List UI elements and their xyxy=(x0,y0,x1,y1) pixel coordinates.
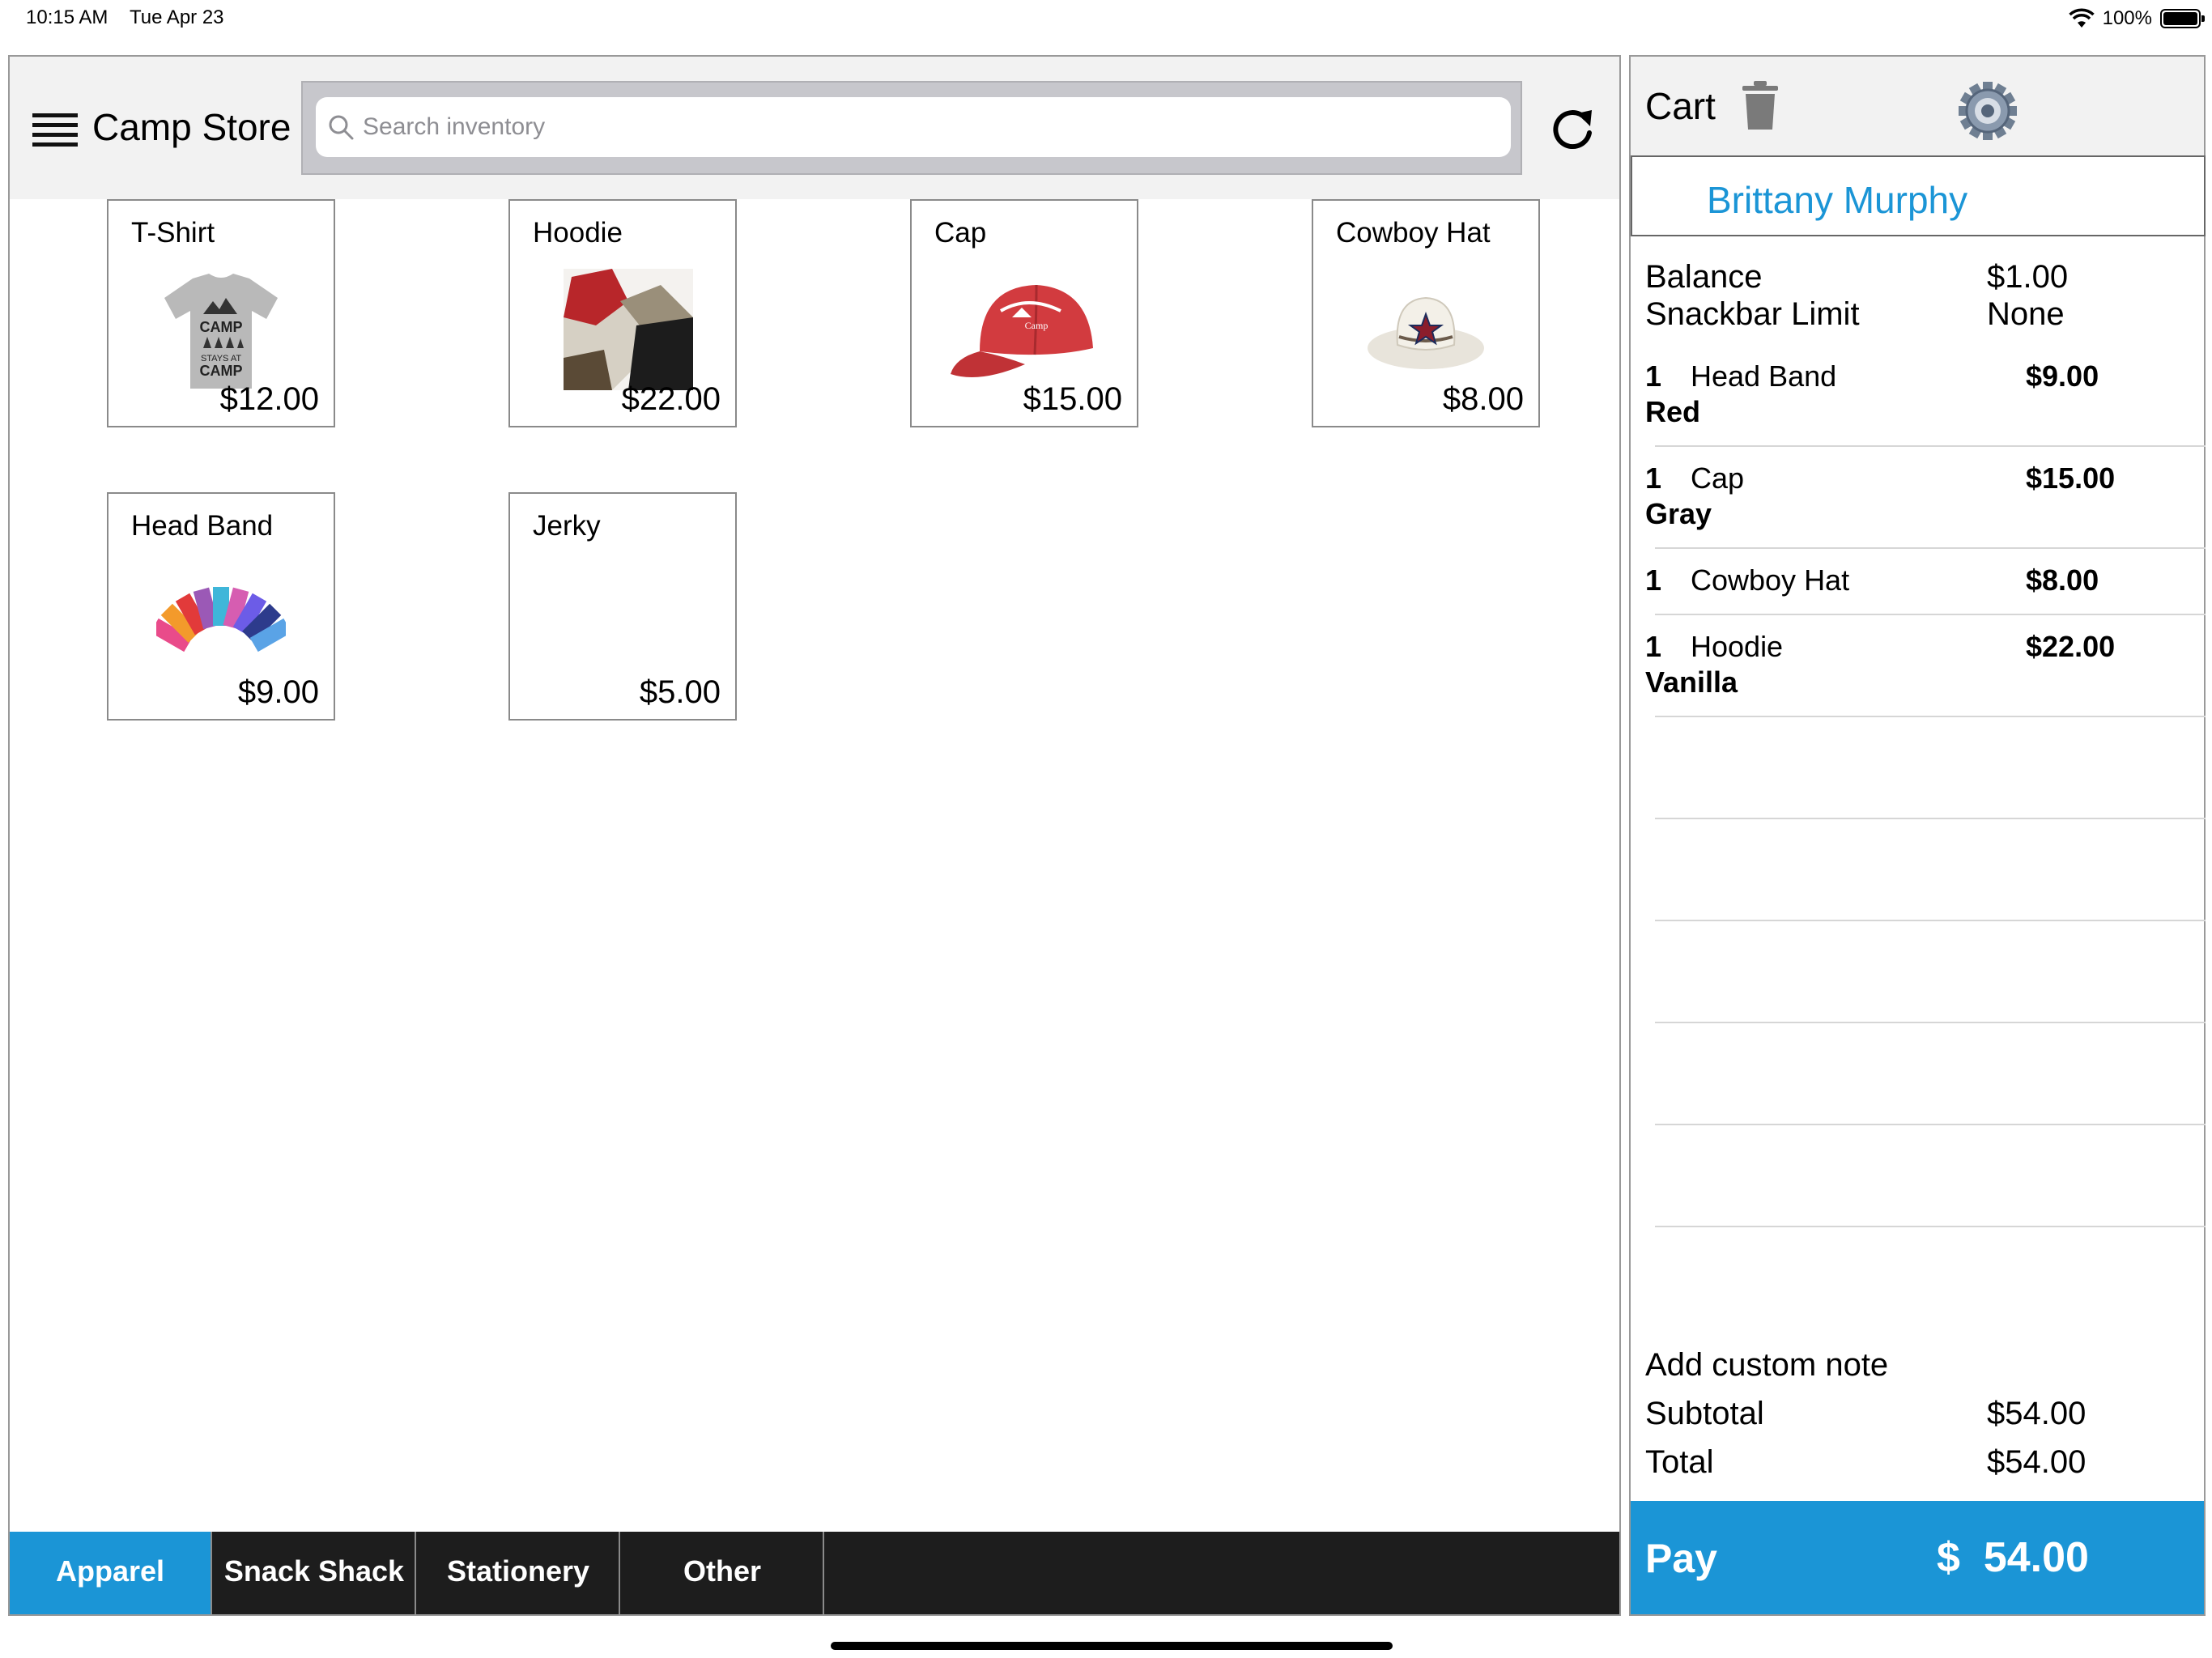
store-title: Camp Store xyxy=(92,106,291,148)
pay-label: Pay xyxy=(1645,1536,1717,1581)
pay-button[interactable]: Pay $ 54.00 xyxy=(1631,1501,2204,1614)
product-name: Cowboy Hat xyxy=(1336,217,1491,249)
status-date: Tue Apr 23 xyxy=(130,6,224,28)
status-time: 10:15 AM xyxy=(26,6,108,28)
limit-label: Snackbar Limit xyxy=(1645,296,1860,332)
product-price: $22.00 xyxy=(621,381,721,417)
store-header: Camp Store xyxy=(10,57,1619,199)
item-price: $9.00 xyxy=(2026,359,2099,393)
settings-gear-icon[interactable] xyxy=(1958,81,2018,141)
divider xyxy=(1655,614,2206,615)
refresh-icon[interactable] xyxy=(1548,105,1597,154)
item-qty: 1 xyxy=(1645,461,1662,495)
status-right: 100% xyxy=(2068,5,2205,32)
product-tile-jerky[interactable]: Jerky $5.00 xyxy=(508,492,737,721)
divider xyxy=(1655,920,2206,921)
item-variant: Vanilla xyxy=(1645,665,1738,699)
item-price: $15.00 xyxy=(2026,461,2116,495)
item-name: Cowboy Hat xyxy=(1691,563,1850,597)
battery-icon xyxy=(2160,9,2205,28)
product-name: T-Shirt xyxy=(131,217,215,249)
search-icon xyxy=(329,115,354,140)
item-variant: Gray xyxy=(1645,497,1712,530)
tab-apparel[interactable]: Apparel xyxy=(10,1532,212,1614)
category-tabbar: Apparel Snack Shack Stationery Other xyxy=(10,1532,1619,1614)
search-box[interactable] xyxy=(316,97,1511,157)
product-price: $15.00 xyxy=(1023,381,1122,417)
trash-icon[interactable] xyxy=(1741,81,1780,131)
item-variant: Red xyxy=(1645,395,1701,428)
headband-image xyxy=(156,587,286,653)
search-bar xyxy=(301,81,1522,175)
divider xyxy=(1655,1022,2206,1023)
product-tile-tshirt[interactable]: T-Shirt CAMP STAYS AT CAMP $12.00 xyxy=(107,199,335,427)
divider xyxy=(1655,1226,2206,1227)
pay-amount-value: 54.00 xyxy=(1983,1534,2089,1581)
product-name: Head Band xyxy=(131,510,274,542)
total-value: $54.00 xyxy=(1987,1444,2087,1480)
cart-panel: Cart Brittany Murphy Balance $1.00 Snack… xyxy=(1629,55,2206,1616)
pay-currency: $ xyxy=(1937,1534,1960,1581)
add-custom-note-link[interactable]: Add custom note xyxy=(1645,1347,1888,1384)
product-tile-head-band[interactable]: Head Band $9.00 xyxy=(107,492,335,721)
product-price: $5.00 xyxy=(639,674,721,710)
cap-image: Camp xyxy=(951,284,1093,377)
item-price: $22.00 xyxy=(2026,630,2116,663)
product-name: Hoodie xyxy=(533,217,623,249)
item-qty: 1 xyxy=(1645,563,1662,597)
cart-header: Cart xyxy=(1631,57,2204,155)
product-price: $8.00 xyxy=(1442,381,1524,417)
cart-title: Cart xyxy=(1645,85,1716,127)
divider xyxy=(1655,1124,2206,1125)
hoodie-image xyxy=(564,269,693,390)
pay-amount: $ 54.00 xyxy=(1937,1533,2089,1582)
svg-text:CAMP: CAMP xyxy=(200,319,243,335)
limit-value: None xyxy=(1987,296,2065,332)
product-tile-hoodie[interactable]: Hoodie $22.00 xyxy=(508,199,737,427)
item-name: Cap xyxy=(1691,461,1745,495)
customer-name[interactable]: Brittany Murphy xyxy=(1707,178,1967,222)
item-name: Head Band xyxy=(1691,359,1837,393)
balance-label: Balance xyxy=(1645,259,1763,295)
subtotal-label: Subtotal xyxy=(1645,1396,1764,1431)
product-name: Cap xyxy=(934,217,987,249)
svg-text:CAMP: CAMP xyxy=(200,363,243,379)
tab-snack-shack[interactable]: Snack Shack xyxy=(214,1532,416,1614)
search-input[interactable] xyxy=(363,97,1496,157)
total-label: Total xyxy=(1645,1444,1714,1480)
wifi-icon xyxy=(2068,8,2095,28)
product-tile-cap[interactable]: Cap Camp $15.00 xyxy=(910,199,1138,427)
divider xyxy=(1655,818,2206,819)
svg-text:Camp: Camp xyxy=(1025,320,1049,331)
menu-icon[interactable] xyxy=(32,113,78,147)
product-tile-cowboy-hat[interactable]: Cowboy Hat $8.00 xyxy=(1312,199,1540,427)
status-bar: 10:15 AM Tue Apr 23 100% xyxy=(0,0,2212,45)
divider xyxy=(1655,547,2206,549)
customer-selector[interactable]: Brittany Murphy xyxy=(1631,155,2206,236)
item-qty: 1 xyxy=(1645,630,1662,663)
tshirt-image: CAMP STAYS AT CAMP xyxy=(164,274,278,389)
product-price: $12.00 xyxy=(219,381,319,417)
tab-other[interactable]: Other xyxy=(622,1532,824,1614)
product-name: Jerky xyxy=(533,510,601,542)
item-name: Hoodie xyxy=(1691,630,1784,663)
item-qty: 1 xyxy=(1645,359,1662,393)
subtotal-value: $54.00 xyxy=(1987,1396,2087,1431)
battery-percent: 100% xyxy=(2102,7,2152,29)
product-price: $9.00 xyxy=(237,674,319,710)
cowboy-hat-image xyxy=(1368,296,1484,369)
store-panel: Camp Store T-Shirt CAMP STAYS AT CAMP xyxy=(8,55,1621,1616)
divider xyxy=(1655,445,2206,447)
tab-stationery[interactable]: Stationery xyxy=(418,1532,620,1614)
item-price: $8.00 xyxy=(2026,563,2099,597)
home-indicator[interactable] xyxy=(831,1642,1393,1650)
divider xyxy=(1655,716,2206,717)
balance-value: $1.00 xyxy=(1987,259,2069,295)
